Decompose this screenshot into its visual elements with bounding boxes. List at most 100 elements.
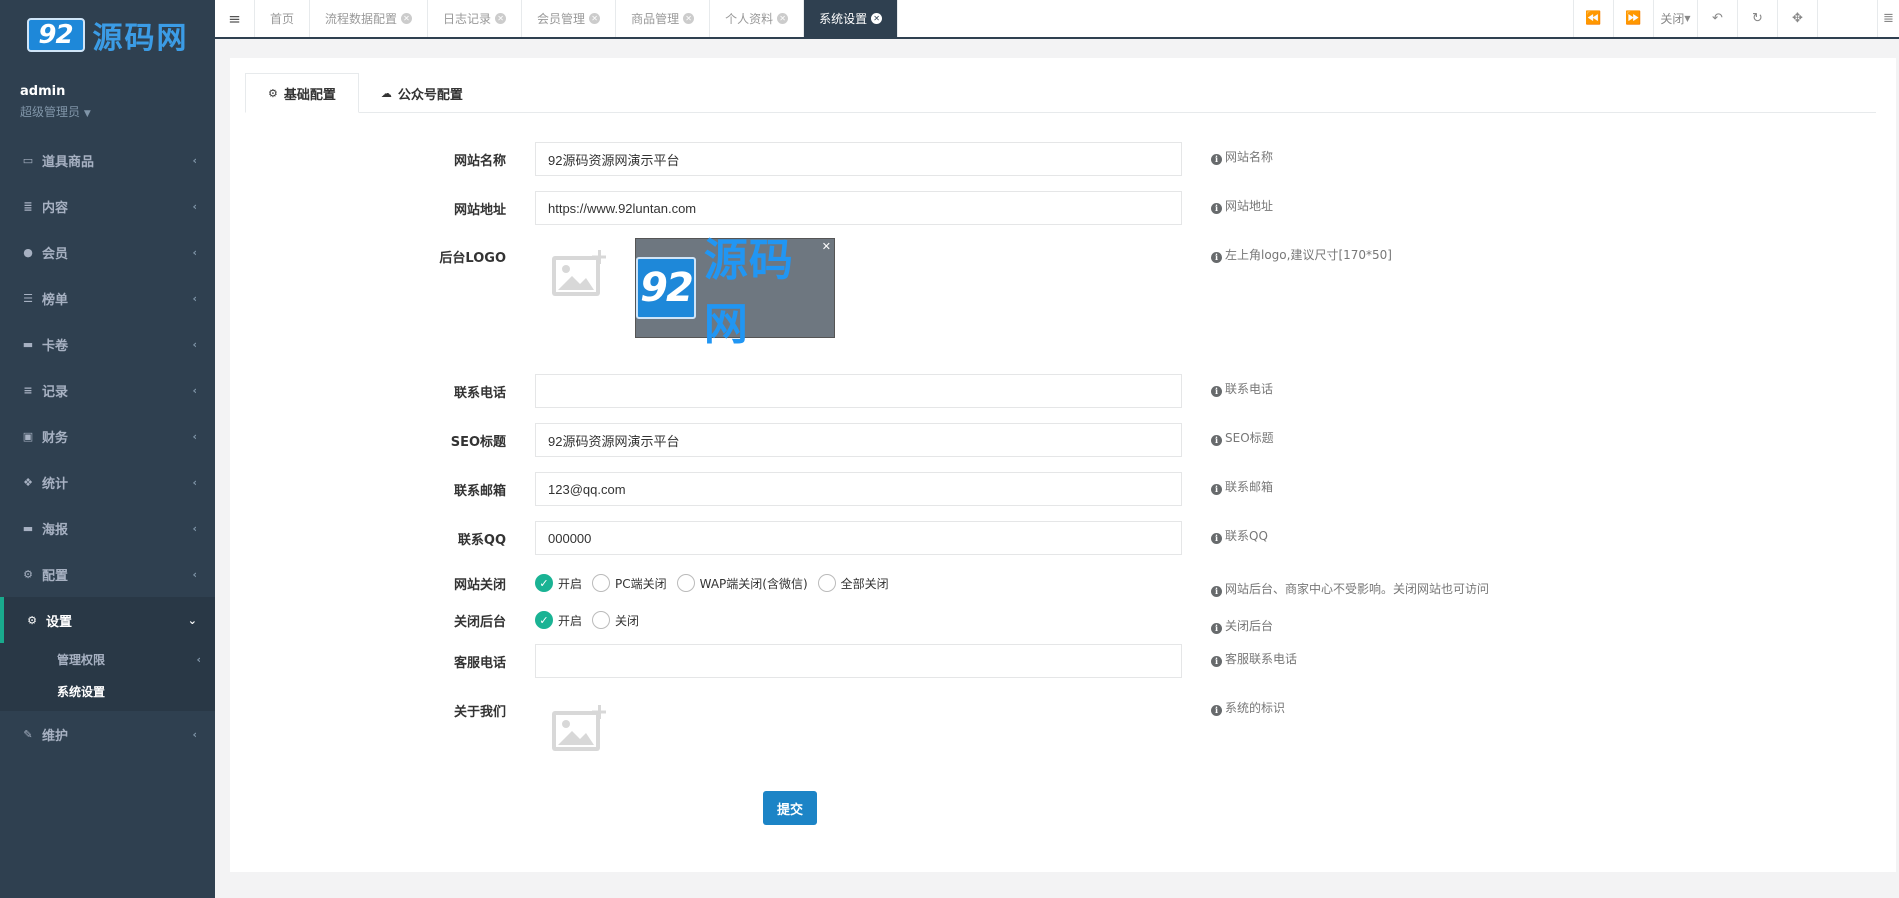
user-role-dropdown[interactable]: 超级管理员 ▼ <box>20 103 195 120</box>
toolbar-spacer <box>1817 0 1877 37</box>
phone-input[interactable] <box>535 374 1182 408</box>
chevron-left-icon: ‹ <box>192 245 197 259</box>
info-icon: i <box>1211 623 1222 634</box>
info-icon: i <box>1211 484 1222 495</box>
sidebar-item-4[interactable]: ▬ 卡卷 ‹ <box>0 321 215 367</box>
seo-title-input[interactable]: 92源码资源网演示平台 <box>535 423 1182 457</box>
close-icon[interactable]: ✕ <box>777 13 789 24</box>
radio-label: WAP端关闭(含微信) <box>699 576 808 591</box>
form-row-about: 关于我们 i 系统的标识 <box>230 693 1896 773</box>
sidebar-item-5[interactable]: ≡ 记录 ‹ <box>0 367 215 413</box>
qq-input[interactable]: 000000 <box>535 521 1182 555</box>
content-panel: ⚙ 基础配置 ☁ 公众号配置 网站名称 92源码资源网演示平台 i 网站名称 网站… <box>230 58 1896 872</box>
fullscreen-icon[interactable]: ✥ <box>1777 0 1817 37</box>
refresh-icon[interactable]: ↻ <box>1737 0 1777 37</box>
page-tab-0[interactable]: 首页 <box>255 0 311 37</box>
page-tab-1[interactable]: 流程数据配置 ✕ <box>310 0 429 37</box>
sidebar-item-9[interactable]: ⚙ 配置 ‹ <box>0 551 215 597</box>
sidebar-item-label: 道具商品 <box>42 154 95 170</box>
email-input[interactable]: 123@qq.com <box>535 472 1182 506</box>
sidebar-item-maintenance[interactable]: ✎ 维护 ‹ <box>0 711 215 757</box>
radio-pc-close[interactable]: PC端关闭 <box>592 574 667 592</box>
close-icon[interactable]: ✕ <box>871 13 883 24</box>
close-icon[interactable]: ✕ <box>683 13 695 24</box>
chevron-left-icon: ‹ <box>192 475 197 489</box>
page-tab-label: 日志记录 <box>443 12 492 26</box>
chevron-left-icon: ‹ <box>192 337 197 351</box>
radio-all-close[interactable]: 全部关闭 <box>817 574 889 592</box>
field-label: 联系电话 <box>453 386 506 401</box>
submit-button[interactable]: 提交 <box>763 791 817 825</box>
close-icon[interactable]: ✕ <box>495 13 507 24</box>
tab-label: 基础配置 <box>283 87 336 103</box>
close-tabs-label: 关闭 <box>1660 12 1685 26</box>
hint-text: 网站名称 <box>1225 150 1274 164</box>
info-icon: i <box>1211 386 1222 397</box>
field-hint: i 联系QQ <box>1211 527 1268 544</box>
radio-admin-close[interactable]: 关闭 <box>592 611 639 629</box>
caret-down-icon: ▼ <box>83 109 91 119</box>
field-label: 后台LOGO <box>439 251 506 266</box>
gear-icon: ⚙ <box>268 86 278 100</box>
sidebar-item-6[interactable]: ▣ 财务 ‹ <box>0 413 215 459</box>
sidebar-subitem-system-settings[interactable]: 系统设置 <box>0 675 215 707</box>
cubes-icon: ❖ <box>23 475 33 489</box>
radio-site-open[interactable]: ✓ 开启 <box>535 574 582 592</box>
site-name-input[interactable]: 92源码资源网演示平台 <box>535 142 1182 176</box>
sidebar-item-0[interactable]: ▭ 道具商品 ‹ <box>0 137 215 183</box>
radio-label: 全部关闭 <box>840 576 889 591</box>
radio-unchecked-icon <box>676 574 695 592</box>
sidebar: 92 源码网 admin 超级管理员 ▼ ▭ 道具商品 ‹ ≣ 内容 ‹ ● 会员 ‹ ☰ 榜单 ‹ ▬… <box>0 0 215 898</box>
sidebar-nav: ▭ 道具商品 ‹ ≣ 内容 ‹ ● 会员 ‹ ☰ 榜单 ‹ ▬ 卡卷 ‹ ≡ 记录 ‹ ▣ 财务 ‹ ❖ 统计 ‹ ▬ 海报 ‹ ⚙ 配… <box>0 137 215 757</box>
close-tabs-dropdown[interactable]: 关闭 ▼ <box>1653 0 1697 37</box>
page-tab-5[interactable]: 个人资料 ✕ <box>710 0 805 37</box>
sidebar-item-7[interactable]: ❖ 统计 ‹ <box>0 459 215 505</box>
card-icon: ▬ <box>22 337 34 351</box>
remove-image-icon[interactable]: ✕ <box>822 240 831 253</box>
hint-text: 客服联系电话 <box>1225 652 1298 666</box>
hint-text: 联系QQ <box>1225 529 1268 543</box>
radio-admin-open[interactable]: ✓ 开启 <box>535 611 582 629</box>
field-label: 关闭后台 <box>453 615 506 630</box>
logo[interactable]: 92 源码网 <box>0 0 215 70</box>
chevron-left-icon: ‹ <box>192 567 197 581</box>
chevron-left-icon: ‹ <box>192 521 197 535</box>
page-tab-label: 首页 <box>270 12 295 26</box>
page-tab-6[interactable]: 系统设置 ✕ <box>804 0 899 37</box>
close-icon[interactable]: ✕ <box>589 13 601 24</box>
field-label: 网站地址 <box>453 203 506 218</box>
more-menu-icon[interactable]: ≣ <box>1877 0 1899 37</box>
sidebar-item-settings[interactable]: ⚙ 设置 ⌄ <box>0 597 215 643</box>
sidebar-subitem-label: 系统设置 <box>57 684 106 699</box>
sidebar-item-8[interactable]: ▬ 海报 ‹ <box>0 505 215 551</box>
sidebar-item-3[interactable]: ☰ 榜单 ‹ <box>0 275 215 321</box>
scroll-right-icon[interactable]: ⏩ <box>1613 0 1653 37</box>
magic-icon: ✎ <box>23 727 33 741</box>
tab-wechat-config[interactable]: ☁ 公众号配置 <box>359 73 485 113</box>
page-tab-4[interactable]: 商品管理 ✕ <box>616 0 711 37</box>
form-row-admin-logo: 后台LOGO 92 源码网 ✕ i 左上角logo,建议尺寸[170*50] <box>230 235 1896 350</box>
field-label: 客服电话 <box>453 656 506 671</box>
field-label: SEO标题 <box>450 435 506 450</box>
info-icon: i <box>1211 154 1222 165</box>
image-upload-icon[interactable] <box>550 703 610 759</box>
image-upload-icon[interactable] <box>550 248 610 304</box>
money-icon: ▣ <box>22 429 34 443</box>
page-tab-2[interactable]: 日志记录 ✕ <box>428 0 523 37</box>
tab-basic-config[interactable]: ⚙ 基础配置 <box>245 73 359 113</box>
service-phone-input[interactable] <box>535 644 1182 678</box>
sidebar-item-1[interactable]: ≣ 内容 ‹ <box>0 183 215 229</box>
info-icon: i <box>1211 203 1222 214</box>
field-label: 网站名称 <box>453 154 506 169</box>
sidebar-item-label: 配置 <box>42 568 69 584</box>
sidebar-item-label: 卡卷 <box>42 338 69 354</box>
close-icon[interactable]: ✕ <box>401 13 413 24</box>
sidebar-item-2[interactable]: ● 会员 ‹ <box>0 229 215 275</box>
menu-toggle-icon[interactable]: ≡ <box>215 0 255 37</box>
page-tab-3[interactable]: 会员管理 ✕ <box>522 0 617 37</box>
site-url-input[interactable]: https://www.92luntan.com <box>535 191 1182 225</box>
sidebar-subitem-permissions[interactable]: 管理权限 ‹ <box>0 643 215 675</box>
back-icon[interactable]: ↶ <box>1697 0 1737 37</box>
radio-wap-close[interactable]: WAP端关闭(含微信) <box>676 574 808 592</box>
scroll-left-icon[interactable]: ⏪ <box>1573 0 1613 37</box>
